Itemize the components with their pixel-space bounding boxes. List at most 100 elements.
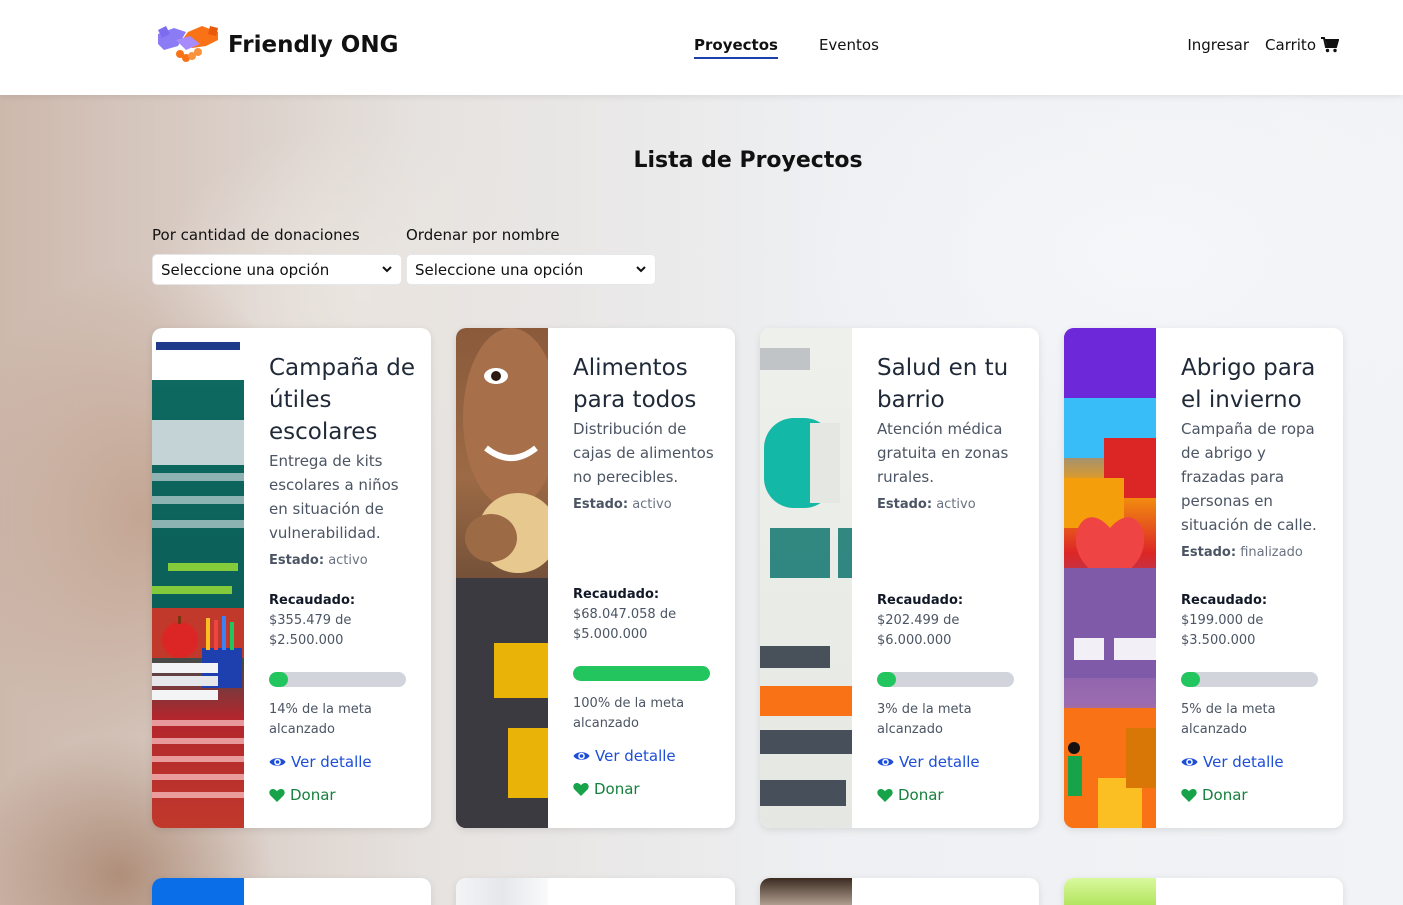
raised-of: de	[1247, 613, 1264, 628]
project-card: Abrigo para el invierno Campaña de ropa …	[1064, 328, 1343, 828]
project-card	[1064, 878, 1343, 905]
eye-icon	[877, 758, 894, 766]
chevron-down-icon	[382, 266, 392, 273]
progress-text: 3% de la meta alcanzado	[877, 702, 972, 737]
raised-amount: $355.479	[269, 613, 332, 628]
status-value: activo	[936, 497, 976, 512]
project-footer: Recaudado: $355.479 de $2.500.000 14% de…	[269, 591, 419, 804]
cart-icon	[1321, 37, 1339, 53]
progress-bar	[269, 672, 406, 687]
progress-bar	[877, 672, 1014, 687]
progress-fill	[269, 672, 289, 687]
project-body: Abrigo para el invierno Campaña de ropa …	[1181, 352, 1331, 560]
project-raised: Recaudado: $68.047.058 de $5.000.000	[573, 585, 723, 645]
heart-icon	[269, 788, 285, 802]
view-detail-link[interactable]: Ver detalle	[1181, 753, 1331, 771]
handshake-icon	[158, 26, 218, 62]
project-image	[1064, 328, 1156, 828]
project-status: Estado: finalizado	[1181, 545, 1331, 560]
status-label: Estado:	[269, 553, 325, 568]
donate-label: Donar	[898, 786, 944, 804]
heart-icon	[877, 788, 893, 802]
project-card	[456, 878, 735, 905]
view-detail-link[interactable]: Ver detalle	[877, 753, 1027, 771]
project-status: Estado: activo	[877, 497, 1027, 512]
filter-name-select[interactable]: Seleccione una opción	[406, 254, 656, 285]
project-title: Salud en tu barrio	[877, 355, 1009, 413]
project-image	[456, 328, 559, 828]
project-footer: Recaudado: $199.000 de $3.500.000 5% de …	[1181, 591, 1331, 804]
donate-link[interactable]: Donar	[1181, 786, 1331, 804]
filter-donations-label: Por cantidad de donaciones	[152, 226, 360, 244]
status-value: activo	[328, 553, 368, 568]
project-image	[760, 878, 852, 905]
project-title: Abrigo para el invierno	[1181, 355, 1316, 413]
page-title: Lista de Proyectos	[633, 148, 863, 173]
progress-fill	[573, 666, 710, 681]
goal-amount: $6.000.000	[877, 633, 952, 648]
site-header: Friendly ONG Proyectos Eventos Ingresar …	[0, 0, 1403, 95]
heart-icon	[573, 782, 589, 796]
filter-name: Ordenar por nombre Seleccione una opción	[406, 226, 656, 285]
raised-amount: $199.000	[1181, 613, 1244, 628]
project-status: Estado: activo	[269, 553, 419, 568]
project-body: Alimentos para todos Distribución de caj…	[573, 352, 723, 512]
project-card	[152, 878, 431, 905]
progress-bar	[573, 666, 710, 681]
donate-link[interactable]: Donar	[877, 786, 1027, 804]
view-detail-label: Ver detalle	[595, 747, 676, 765]
project-image	[456, 878, 548, 905]
cart-label: Carrito	[1265, 36, 1316, 54]
status-value: activo	[632, 497, 672, 512]
project-body: Campaña de útiles escolares Entrega de k…	[269, 352, 419, 568]
progress-fill	[1181, 672, 1201, 687]
filter-name-label: Ordenar por nombre	[406, 226, 560, 244]
project-description: Atención médica gratuita en zonas rurale…	[877, 420, 1009, 486]
eye-icon	[1181, 758, 1198, 766]
project-footer: Recaudado: $202.499 de $6.000.000 3% de …	[877, 591, 1027, 804]
raised-label: Recaudado:	[269, 593, 356, 608]
filter-donations-value: Seleccione una opción	[161, 261, 330, 279]
project-card	[760, 878, 1039, 905]
eye-icon	[573, 752, 590, 760]
donate-link[interactable]: Donar	[573, 780, 723, 798]
filter-donations: Por cantidad de donaciones Seleccione un…	[152, 226, 402, 285]
progress-bar	[1181, 672, 1318, 687]
view-detail-label: Ver detalle	[899, 753, 980, 771]
project-image	[1064, 878, 1156, 905]
donate-label: Donar	[290, 786, 336, 804]
goal-amount: $3.500.000	[1181, 633, 1256, 648]
brand-logo[interactable]: Friendly ONG	[156, 24, 398, 66]
view-detail-label: Ver detalle	[291, 753, 372, 771]
goal-amount: $5.000.000	[573, 627, 648, 642]
project-image	[152, 328, 244, 828]
progress-text: 14% de la meta alcanzado	[269, 702, 372, 737]
view-detail-link[interactable]: Ver detalle	[269, 753, 419, 771]
cart-link[interactable]: Carrito	[1265, 36, 1339, 54]
login-link[interactable]: Ingresar	[1187, 36, 1249, 54]
view-detail-link[interactable]: Ver detalle	[573, 747, 723, 765]
nav-proyectos[interactable]: Proyectos	[694, 36, 778, 59]
project-footer: Recaudado: $68.047.058 de $5.000.000 100%…	[573, 585, 723, 798]
main-nav: Proyectos Eventos	[694, 36, 920, 59]
nav-eventos[interactable]: Eventos	[819, 36, 879, 59]
status-label: Estado:	[1181, 545, 1237, 560]
eye-icon	[269, 758, 286, 766]
project-image	[760, 328, 852, 828]
project-title: Alimentos para todos	[573, 355, 697, 413]
raised-label: Recaudado:	[877, 593, 964, 608]
donate-label: Donar	[1202, 786, 1248, 804]
heart-icon	[1181, 788, 1197, 802]
donate-link[interactable]: Donar	[269, 786, 419, 804]
project-status: Estado: activo	[573, 497, 723, 512]
donate-label: Donar	[594, 780, 640, 798]
raised-of: de	[659, 607, 677, 622]
project-description: Campaña de ropa de abrigo y frazadas par…	[1181, 420, 1317, 534]
raised-of: de	[335, 613, 352, 628]
progress-fill	[877, 672, 897, 687]
progress-text: 5% de la meta alcanzado	[1181, 702, 1276, 737]
goal-amount: $2.500.000	[269, 633, 344, 648]
filter-donations-select[interactable]: Seleccione una opción	[152, 254, 402, 285]
winter-clothes-image	[1064, 328, 1156, 828]
project-image	[152, 878, 244, 905]
